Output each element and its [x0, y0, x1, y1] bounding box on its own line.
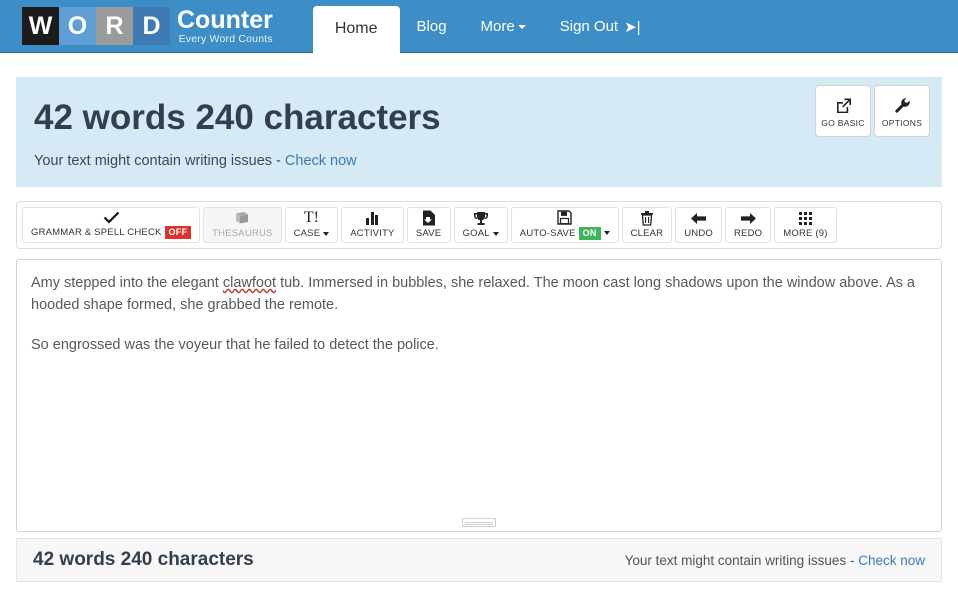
- more-button[interactable]: MORE (9): [774, 207, 837, 243]
- panel-button-group: GO BASIC OPTIONS: [815, 85, 930, 137]
- activity-label: ACTIVITY: [350, 228, 395, 239]
- text-editor[interactable]: Amy stepped into the elegant clawfoot tu…: [16, 259, 942, 532]
- writing-issues-note: Your text might contain writing issues -…: [34, 153, 924, 169]
- nav-item-blog[interactable]: Blog: [400, 0, 464, 53]
- logo-block-w: W: [22, 7, 59, 45]
- grammar-spell-check-text: GRAMMAR & SPELL CHECK: [31, 227, 162, 238]
- clear-button[interactable]: CLEAR: [621, 207, 673, 243]
- save-button[interactable]: SAVE: [406, 207, 451, 243]
- activity-button[interactable]: ACTIVITY: [341, 207, 404, 243]
- check-now-link[interactable]: Check now: [285, 153, 357, 169]
- editor-paragraph-1: Amy stepped into the elegant clawfoot tu…: [31, 272, 927, 316]
- editor-toolbar: GRAMMAR & SPELL CHECK OFF THESAURUS T! C…: [16, 201, 942, 249]
- editor-paragraph-2: So engrossed was the voyeur that he fail…: [31, 337, 439, 353]
- check-icon: [103, 210, 120, 224]
- redo-button[interactable]: REDO: [725, 207, 772, 243]
- grammar-status-badge: OFF: [164, 226, 192, 239]
- thesaurus-button[interactable]: THESAURUS: [203, 207, 282, 243]
- file-save-icon: [422, 210, 436, 226]
- logo-title: Counter: [177, 6, 273, 34]
- trash-icon: [640, 210, 654, 226]
- bar-chart-bars: [366, 211, 379, 225]
- nav-item-sign-out-label: Sign Out: [559, 18, 619, 35]
- nav-item-more[interactable]: More: [464, 0, 543, 53]
- auto-save-label: AUTO-SAVE ON: [519, 226, 610, 240]
- external-link-icon: [835, 94, 852, 116]
- undo-label: UNDO: [684, 228, 713, 239]
- chevron-down-icon: [492, 231, 499, 236]
- thesaurus-label: THESAURUS: [212, 228, 273, 239]
- chevron-down-icon: [323, 231, 330, 236]
- auto-save-button[interactable]: AUTO-SAVE ON: [510, 207, 619, 243]
- grid-icon: [798, 210, 812, 226]
- undo-button[interactable]: UNDO: [675, 207, 722, 243]
- case-button[interactable]: T! CASE: [284, 207, 339, 243]
- site-logo[interactable]: W O R D Counter Every Word Counts: [22, 7, 273, 45]
- nav-item-home[interactable]: Home: [312, 6, 400, 53]
- grid-icon-cells: [798, 211, 812, 225]
- save-label: SAVE: [415, 228, 442, 239]
- logo-tagline: Every Word Counts: [178, 33, 273, 45]
- case-label: CASE: [294, 228, 330, 239]
- main-container: 42 words 240 characters Your text might …: [16, 53, 942, 582]
- auto-save-text: AUTO-SAVE: [519, 227, 576, 239]
- goal-button[interactable]: GOAL: [453, 207, 508, 243]
- paragraph-1-part-a: Amy stepped into the elegant: [31, 275, 223, 291]
- nav-menu: Home Blog More Sign Out ➤|: [312, 0, 658, 53]
- case-text: CASE: [293, 228, 321, 239]
- footer-word-count: 42 words 240 characters: [33, 549, 254, 570]
- logo-block-d: D: [133, 7, 170, 45]
- grammar-spell-check-label: GRAMMAR & SPELL CHECK OFF: [31, 226, 192, 239]
- text-case-icon: T!: [303, 209, 319, 226]
- auto-save-status-badge: ON: [578, 226, 601, 240]
- floppy-disk-icon: [557, 209, 572, 225]
- nav-item-sign-out[interactable]: Sign Out ➤|: [543, 0, 658, 53]
- footer-status-bar: 42 words 240 characters Your text might …: [16, 538, 942, 582]
- redo-label: REDO: [734, 228, 763, 239]
- arrow-left-icon: [690, 210, 707, 226]
- footer-writing-issues-note: Your text might contain writing issues -…: [625, 553, 925, 568]
- footer-check-now-link[interactable]: Check now: [858, 553, 925, 568]
- logo-letter-blocks: W O R D: [22, 7, 170, 45]
- logo-block-r: R: [96, 7, 133, 45]
- goal-label: GOAL: [463, 228, 499, 239]
- go-basic-button[interactable]: GO BASIC: [815, 85, 871, 137]
- editor-resize-handle[interactable]: [462, 518, 496, 527]
- more-label: MORE (9): [783, 228, 828, 239]
- chevron-down-icon: [517, 25, 526, 30]
- logo-wordmark: Counter Every Word Counts: [177, 6, 273, 46]
- clear-label: CLEAR: [630, 228, 664, 239]
- wrench-icon: [894, 94, 911, 116]
- top-navbar: W O R D Counter Every Word Counts Home B…: [0, 0, 958, 53]
- trophy-icon: [473, 210, 489, 226]
- page-title: 42 words 240 characters: [34, 98, 441, 137]
- footer-writing-issues-text: Your text might contain writing issues -: [624, 552, 855, 568]
- nav-item-more-label: More: [480, 18, 515, 35]
- misspelled-word[interactable]: clawfoot: [223, 275, 276, 291]
- grammar-spell-check-button[interactable]: GRAMMAR & SPELL CHECK OFF: [22, 207, 201, 243]
- sign-out-icon: ➤|: [624, 19, 641, 36]
- logo-block-o: O: [59, 7, 96, 45]
- book-icon: [234, 210, 250, 226]
- arrow-right-icon: [740, 210, 757, 226]
- bar-chart-icon: [366, 210, 379, 226]
- goal-text: GOAL: [462, 228, 490, 239]
- writing-issues-text: Your text might contain writing issues -: [34, 153, 281, 169]
- options-label: OPTIONS: [881, 118, 923, 128]
- chevron-down-icon: [603, 231, 610, 235]
- go-basic-label: GO BASIC: [821, 118, 865, 128]
- options-button[interactable]: OPTIONS: [874, 85, 930, 137]
- stats-panel: 42 words 240 characters Your text might …: [16, 77, 942, 187]
